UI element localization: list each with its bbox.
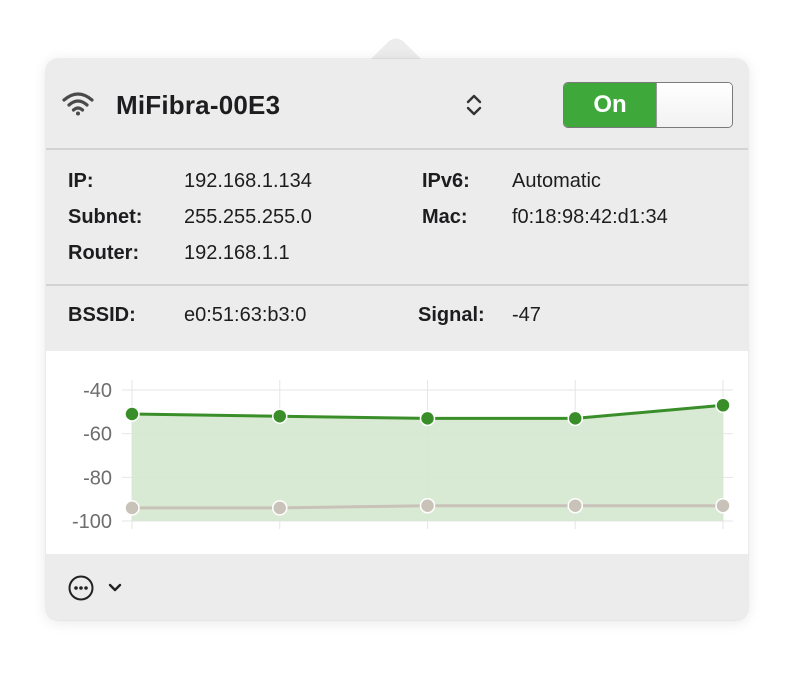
y-tick-label: -60 xyxy=(83,424,112,446)
toggle-on-label: On xyxy=(564,83,656,127)
router-value: 192.168.1.1 xyxy=(184,242,290,264)
router-label: Router: xyxy=(68,242,140,264)
noise-point xyxy=(419,497,436,514)
divider xyxy=(46,148,748,150)
wifi-popover: MiFibra-00E3 On IP: 192.168.1.134 Subnet… xyxy=(46,59,748,620)
ip-value: 192.168.1.134 xyxy=(184,170,312,192)
network-name: MiFibra-00E3 xyxy=(116,90,281,120)
signal-point xyxy=(567,410,583,427)
signal-chart: -40 -60 -80 -100 xyxy=(46,351,748,554)
signal-chart-svg: -40 -60 -80 -100 xyxy=(72,380,733,533)
bssid-label: BSSID: xyxy=(68,304,136,326)
ip-label: IP: xyxy=(68,170,94,192)
chevron-down-icon xyxy=(108,583,122,592)
subnet-value: 255.255.255.0 xyxy=(184,206,312,228)
mac-value: f0:18:98:42:d1:34 xyxy=(512,206,668,228)
divider xyxy=(46,284,748,286)
subnet-label: Subnet: xyxy=(68,206,143,228)
y-tick-label: -100 xyxy=(72,511,112,533)
network-header: MiFibra-00E3 On xyxy=(46,59,748,149)
signal-point xyxy=(419,410,436,427)
noise-point xyxy=(715,497,731,514)
chevron-up-down-icon[interactable] xyxy=(464,92,484,118)
wifi-icon xyxy=(62,92,94,116)
signal-point xyxy=(124,406,140,422)
ipv6-value: Automatic xyxy=(512,170,601,192)
y-tick-label: -80 xyxy=(83,467,112,489)
mac-label: Mac: xyxy=(422,206,468,228)
toggle-knob xyxy=(656,83,732,127)
noise-point xyxy=(124,500,140,516)
signal-value: -47 xyxy=(512,304,541,326)
signal-point xyxy=(715,397,731,414)
noise-point xyxy=(567,497,583,514)
signal-label: Signal: xyxy=(418,304,485,326)
ipv6-label: IPv6: xyxy=(422,170,470,192)
more-options-button[interactable] xyxy=(68,575,128,601)
bssid-value: e0:51:63:b3:0 xyxy=(184,304,307,326)
wifi-toggle[interactable]: On xyxy=(563,82,733,128)
signal-point xyxy=(272,408,288,424)
noise-point xyxy=(272,500,288,516)
y-tick-label: -40 xyxy=(83,380,112,402)
